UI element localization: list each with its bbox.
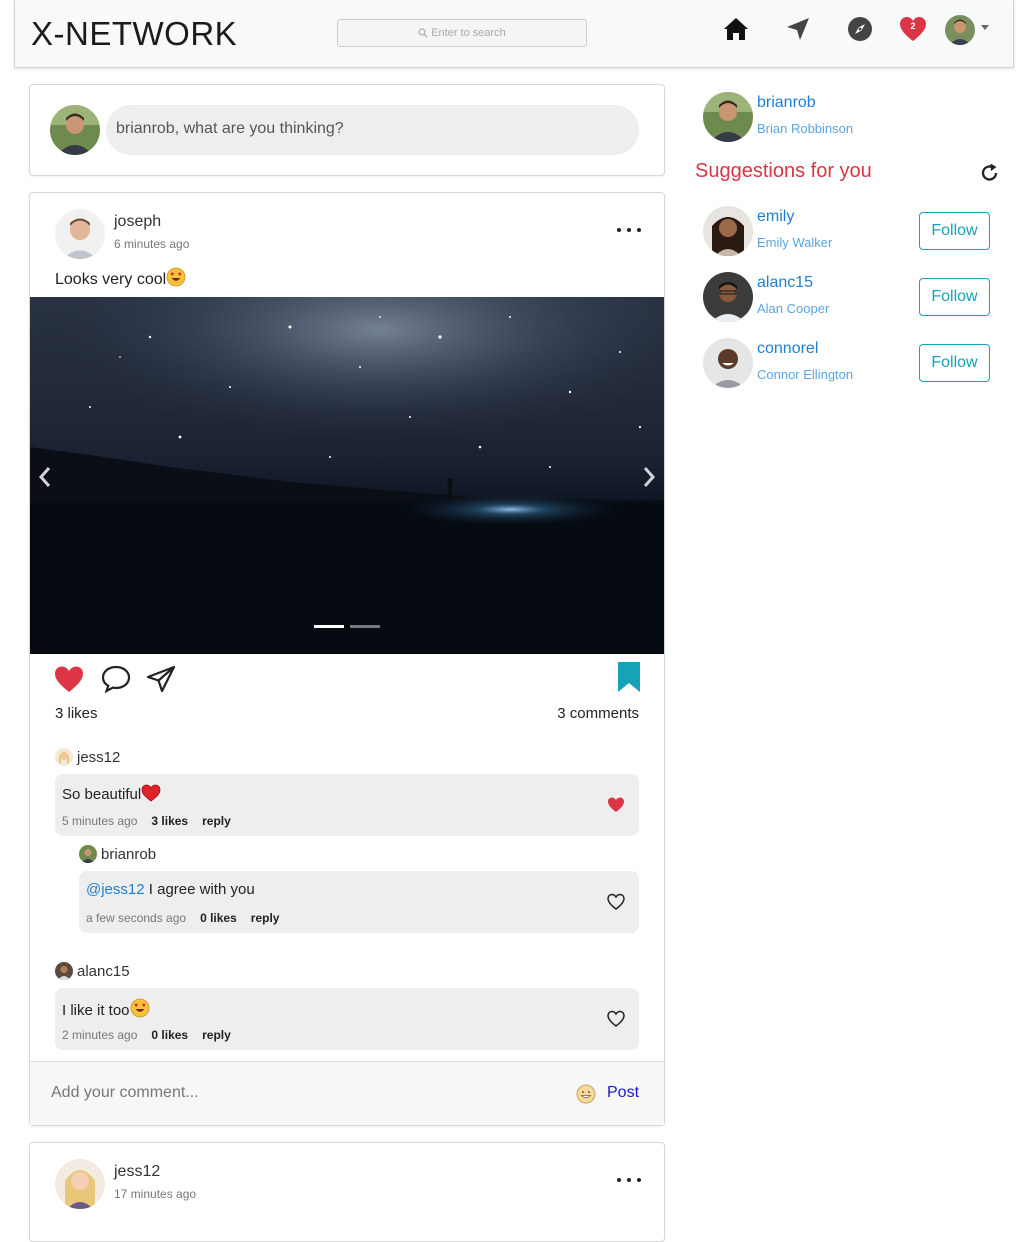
carousel-indicator-2[interactable] xyxy=(350,625,380,628)
comment-timestamp: 2 minutes ago xyxy=(62,1028,138,1042)
comment-timestamp: 5 minutes ago xyxy=(62,814,138,828)
comment-author[interactable]: brianrob xyxy=(79,845,156,863)
avatar[interactable] xyxy=(703,92,753,142)
like-heart-icon[interactable] xyxy=(54,665,84,693)
profile-avatar-menu[interactable] xyxy=(945,15,975,45)
suggestion-username[interactable]: alanc15 xyxy=(757,274,813,292)
current-fullname: Brian Robbinson xyxy=(757,121,854,136)
suggestion-username[interactable]: emily xyxy=(757,208,794,226)
avatar[interactable] xyxy=(55,1159,105,1209)
comment-text: So beautiful xyxy=(62,784,161,803)
comment-like-heart-outline-icon[interactable] xyxy=(607,1010,625,1028)
reply-button[interactable]: reply xyxy=(202,814,231,828)
post-username[interactable]: jess12 xyxy=(114,1163,160,1181)
suggestion-fullname: Alan Cooper xyxy=(757,301,830,316)
current-username[interactable]: brianrob xyxy=(757,94,816,112)
comment-text-content: I like it too xyxy=(62,1002,130,1019)
carousel-prev-icon[interactable] xyxy=(36,465,56,489)
share-send-icon[interactable] xyxy=(146,665,176,693)
carousel-next-icon[interactable] xyxy=(638,465,658,489)
suggestion-fullname: Emily Walker xyxy=(757,235,833,250)
comment-meta: 5 minutes ago 3 likes reply xyxy=(62,814,231,828)
brand-logo[interactable]: X-NETWORK xyxy=(31,15,237,53)
comment-bubble-icon[interactable] xyxy=(101,665,131,693)
feed-post: joseph 6 minutes ago Looks very cool 3 l… xyxy=(29,192,665,1126)
comment-likes[interactable]: 0 likes xyxy=(200,911,237,925)
home-icon[interactable] xyxy=(722,15,750,43)
emoji-picker-icon[interactable] xyxy=(576,1084,596,1104)
search-placeholder: Enter to search xyxy=(431,27,506,39)
post-caption-text: Looks very cool xyxy=(55,271,167,288)
chevron-down-icon[interactable] xyxy=(981,25,989,30)
reply-button[interactable]: reply xyxy=(251,911,280,925)
compass-icon[interactable] xyxy=(846,15,874,43)
heart-eyes-emoji-icon xyxy=(166,267,186,287)
avatar[interactable] xyxy=(703,272,753,322)
mention-link[interactable]: @jess12 xyxy=(86,881,145,898)
post-comment-button[interactable]: Post xyxy=(607,1084,639,1102)
post-timestamp: 6 minutes ago xyxy=(114,237,190,251)
suggestions-heading: Suggestions for you xyxy=(695,160,872,182)
avatar xyxy=(79,845,97,863)
post-composer: brianrob, what are you thinking? xyxy=(29,84,665,176)
add-comment-bar: Add your comment... Post xyxy=(30,1061,664,1125)
avatar xyxy=(50,105,100,155)
suggestion-fullname: Connor Ellington xyxy=(757,367,854,382)
carousel-indicators xyxy=(314,625,380,628)
comment-text: @jess12 I agree with you xyxy=(86,881,255,898)
likes-count[interactable]: 3 likes xyxy=(55,705,98,722)
comment-username[interactable]: alanc15 xyxy=(77,963,130,980)
comment-likes[interactable]: 0 likes xyxy=(151,1028,188,1042)
send-icon[interactable] xyxy=(784,15,812,43)
night-sky-photo xyxy=(30,297,664,654)
avatar[interactable] xyxy=(703,206,753,256)
follow-button[interactable]: Follow xyxy=(919,212,990,250)
post-timestamp: 17 minutes ago xyxy=(114,1187,197,1201)
more-options-icon[interactable] xyxy=(617,1174,641,1186)
comment-timestamp: a few seconds ago xyxy=(86,911,187,925)
feed-post: jess12 17 minutes ago xyxy=(29,1142,665,1242)
comment-meta: a few seconds ago 0 likes reply xyxy=(86,911,279,925)
add-comment-input[interactable]: Add your comment... xyxy=(51,1084,199,1102)
follow-button[interactable]: Follow xyxy=(919,344,990,382)
comment-text-content: I agree with you xyxy=(144,881,255,898)
more-options-icon[interactable] xyxy=(617,224,641,236)
post-caption: Looks very cool xyxy=(55,267,186,289)
comment-meta: 2 minutes ago 0 likes reply xyxy=(62,1028,231,1042)
red-heart-emoji-icon xyxy=(141,784,161,802)
post-image-carousel[interactable] xyxy=(30,297,664,654)
comment-bubble: I like it too 2 minutes ago 0 likes reply xyxy=(55,988,639,1050)
notification-badge: 2 xyxy=(910,21,916,31)
carousel-indicator-1[interactable] xyxy=(314,625,344,628)
comment-author[interactable]: jess12 xyxy=(55,748,120,766)
search-icon xyxy=(418,28,428,38)
comment-username[interactable]: jess12 xyxy=(77,749,120,766)
comment-text: I like it too xyxy=(62,998,150,1019)
comment-bubble: So beautiful 5 minutes ago 3 likes reply xyxy=(55,774,639,836)
bookmark-icon[interactable] xyxy=(618,662,640,692)
avatar[interactable] xyxy=(703,338,753,388)
comment-text-content: So beautiful xyxy=(62,786,142,803)
comment-like-heart-outline-icon[interactable] xyxy=(607,893,625,911)
comment-bubble: @jess12 I agree with you a few seconds a… xyxy=(79,871,639,933)
comments-count[interactable]: 3 comments xyxy=(557,705,639,722)
avatar xyxy=(55,962,73,980)
post-username[interactable]: joseph xyxy=(114,213,161,231)
heart-eyes-emoji-icon xyxy=(130,998,149,1018)
notifications-heart-icon[interactable]: 2 xyxy=(899,16,927,44)
comment-author[interactable]: alanc15 xyxy=(55,962,130,980)
comment-username[interactable]: brianrob xyxy=(101,846,156,863)
refresh-icon[interactable] xyxy=(980,162,1000,184)
suggestion-username[interactable]: connorel xyxy=(757,340,818,358)
reply-button[interactable]: reply xyxy=(202,1028,231,1042)
comment-likes[interactable]: 3 likes xyxy=(151,814,188,828)
comment-like-heart-icon[interactable] xyxy=(607,796,625,814)
avatar xyxy=(55,748,73,766)
avatar[interactable] xyxy=(55,209,105,259)
status-prompt-input[interactable]: brianrob, what are you thinking? xyxy=(106,105,639,155)
search-input[interactable]: Enter to search xyxy=(337,19,587,47)
top-navbar: X-NETWORK Enter to search 2 xyxy=(14,0,1014,68)
follow-button[interactable]: Follow xyxy=(919,278,990,316)
